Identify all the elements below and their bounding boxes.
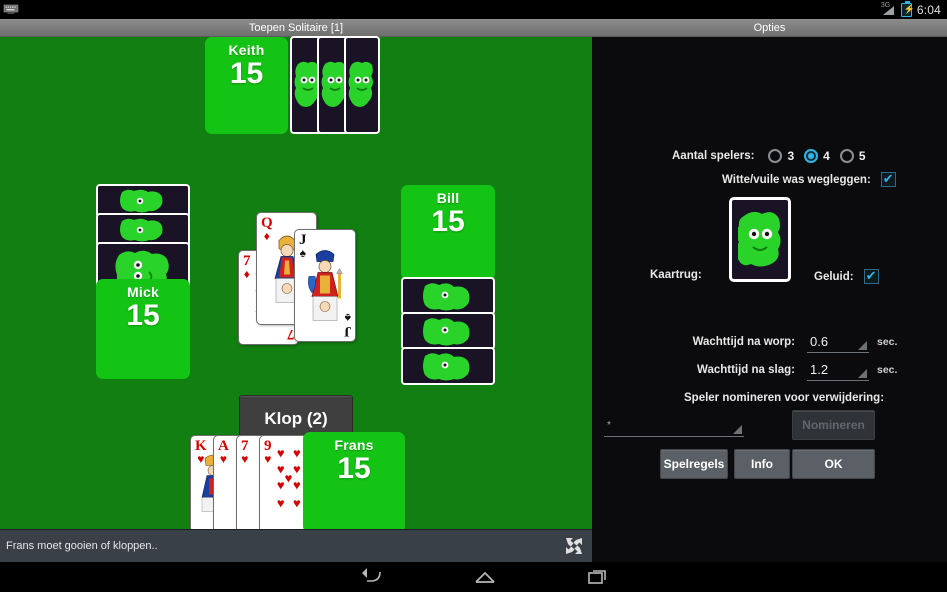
wait-trick-spinner[interactable]: 1.2 [807,359,869,381]
wait-trick-label: Wachttijd na slag: [697,364,795,376]
clock-label: 6:04 [916,2,941,17]
hand-card-9h[interactable]: 9 ♥ ♥ ♥ ♥ ♥ ♥ ♥ ♥ ♥ ♥ [259,435,307,533]
player-name-frans: Frans [334,437,374,453]
player-score-keith: 15 [229,57,264,90]
back-icon[interactable] [355,566,389,588]
card-corner-bottom: J ♠ [343,311,352,339]
nominate-select-value: * [607,420,611,431]
game-table[interactable]: Keith 15 Mick 15 Bill 15 7 ♦ 7 Q ♦ J ♠ J… [0,36,592,533]
nominate-label-row: Speler nomineren voor verwijdering: [684,392,884,404]
wait-throw-spinner[interactable]: 0.6 [807,331,869,353]
card-pips: ♥ ♥ ♥ ♥ ♥ ♥ ♥ ♥ ♥ [276,445,301,511]
player-score-frans: 15 [337,452,371,485]
android-status-bar: 3G ⚡ 6:04 [0,0,947,19]
card-corner-top: A ♥ [218,438,229,466]
keyboard-icon [3,2,19,16]
status-bar-right-group: 3G ⚡ 6:04 [881,0,941,18]
player-name-mick: Mick [127,284,159,300]
recents-icon[interactable] [581,566,615,588]
facedown-card[interactable] [401,312,495,350]
sound-row: Geluid: [814,268,879,284]
wash-label: Witte/vuile was wegleggen: [722,173,871,186]
radio-players-3-label: 3 [787,149,795,163]
wait-trick-unit: sec. [877,364,898,376]
cardback-row: Kaartrug: [650,269,702,281]
wait-trick-row: Wachttijd na slag: 1.2 sec. [690,359,920,381]
nominate-select[interactable]: * [604,415,744,437]
wash-checkbox[interactable] [880,171,896,187]
facedown-card[interactable] [401,347,495,385]
radio-players-3[interactable] [768,149,783,163]
game-title-label: Toepen Solitaire [1] [248,21,344,34]
game-status-bar: Frans moet gooien of kloppen.. [0,529,592,562]
wait-throw-unit: sec. [877,336,898,348]
wait-throw-row: Wachttijd na worp: 0.6 sec. [690,331,920,353]
player-panel-mick[interactable]: Mick 15 [96,279,190,379]
wait-throw-value: 0.6 [810,334,829,349]
player-panel-keith[interactable]: Keith 15 [205,37,288,134]
fullscreen-icon[interactable] [564,536,584,556]
info-button[interactable]: Info [734,449,790,479]
sound-checkbox[interactable] [863,268,879,284]
radio-players-4-label: 4 [823,149,830,163]
player-count-label: Aantal spelers: [672,150,755,162]
court-figure-jack [306,242,344,329]
android-nav-bar [0,562,947,592]
battery-charging-icon: ⚡ [900,0,915,17]
player-score-mick: 15 [126,299,160,332]
options-title-bar: Opties [592,19,947,37]
options-panel: Aantal spelers: 3 4 5 Witte/vuile was we… [592,37,947,562]
trick-card-js[interactable]: J ♠ J ♠ [294,229,356,342]
facedown-card[interactable] [344,36,380,134]
ok-button[interactable]: OK [792,449,875,479]
radio-players-4[interactable] [804,149,819,163]
signal-icon: 3G [881,2,896,16]
wait-trick-value: 1.2 [810,362,829,377]
wash-row: Witte/vuile was wegleggen: [722,171,896,187]
cardback-label: Kaartrug: [650,269,702,281]
screen-root: 3G ⚡ 6:04 Toepen Solitaire [1] Opties Ke… [0,0,947,592]
player-name-bill: Bill [436,190,460,206]
player-panel-frans[interactable]: Frans 15 [303,432,405,533]
status-message: Frans moet gooien of kloppen.. [6,540,158,552]
radio-players-5[interactable] [839,149,854,163]
cardback-preview[interactable] [729,197,791,282]
chevron-down-icon [858,341,867,350]
player-panel-bill[interactable]: Bill 15 [401,185,495,280]
player-count-row: Aantal spelers: 3 4 5 [672,149,876,163]
facedown-card[interactable] [401,277,495,315]
radio-players-5-label: 5 [858,149,866,163]
chevron-down-icon [858,369,867,378]
wait-throw-label: Wachttijd na worp: [692,336,795,348]
blob-icon [738,209,782,271]
player-name-keith: Keith [228,42,265,58]
home-icon[interactable] [468,566,502,588]
player-score-bill: 15 [431,205,465,238]
game-title-bar: Toepen Solitaire [1] [0,19,592,37]
sound-label: Geluid: [814,270,854,283]
rules-button[interactable]: Spelregels [660,449,728,479]
options-title-label: Opties [753,21,786,34]
nominate-button[interactable]: Nomineren [792,410,875,440]
chevron-down-icon [733,425,742,434]
nominate-label: Speler nomineren voor verwijdering: [684,392,885,404]
